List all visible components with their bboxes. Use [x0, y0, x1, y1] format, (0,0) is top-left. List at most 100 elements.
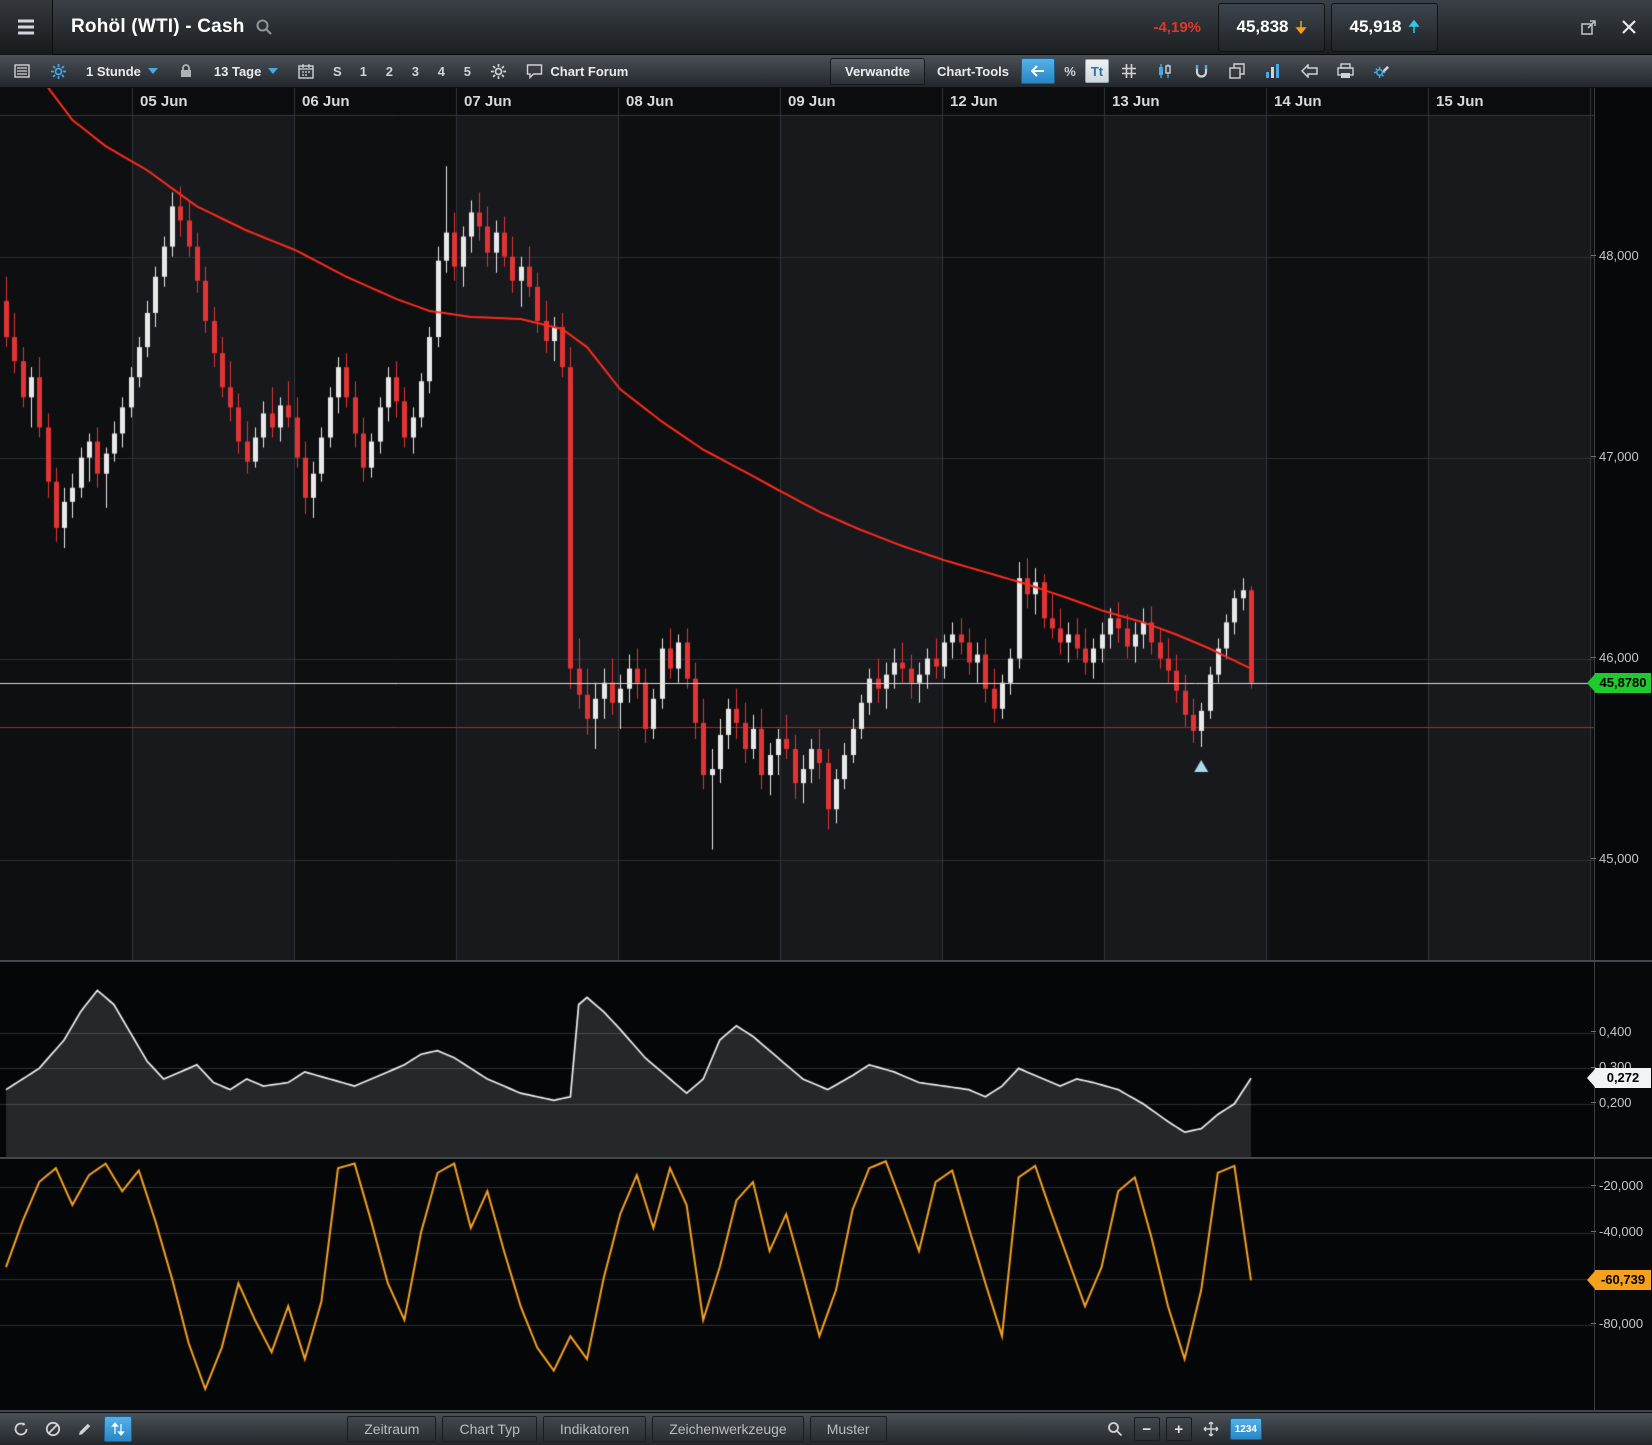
chart-type-button[interactable]	[1149, 59, 1181, 83]
speed-button-2[interactable]: 2	[378, 60, 400, 82]
print-button[interactable]	[1329, 59, 1361, 83]
text-tool-button[interactable]: Tt	[1085, 59, 1109, 83]
axis-tick-label: -40,000	[1599, 1224, 1643, 1239]
zoom-in-button[interactable]: +	[1166, 1417, 1192, 1441]
timeframe-dropdown[interactable]: 1 Stunde	[78, 59, 166, 83]
zeitraum-button[interactable]: Zeitraum	[347, 1416, 436, 1442]
date-label: 05 Jun	[140, 93, 188, 110]
values-button[interactable]: 1234	[1230, 1418, 1262, 1440]
candlestick-icon	[1157, 63, 1173, 79]
low-indicator-value-tag: -60,739	[1595, 1270, 1651, 1290]
main-chart-panel: 05 Jun06 Jun07 Jun08 Jun09 Jun12 Jun13 J…	[0, 88, 1652, 960]
range-dropdown[interactable]: 13 Tage	[206, 59, 286, 83]
indikatoren-button[interactable]: Indikatoren	[543, 1416, 646, 1442]
verwandte-button[interactable]: Verwandte	[830, 58, 925, 85]
chart-forum-button[interactable]: Chart Forum	[518, 59, 636, 83]
arrow-left-icon	[1031, 65, 1045, 77]
date-label: 07 Jun	[464, 93, 512, 110]
mid-indicator-value-tag: 0,272	[1595, 1068, 1651, 1088]
muster-button[interactable]: Muster	[810, 1416, 887, 1442]
grid-icon	[1121, 63, 1137, 79]
disable-drawing-button[interactable]	[40, 1417, 66, 1441]
edit-settings-button[interactable]	[1365, 59, 1397, 83]
date-label: 15 Jun	[1436, 93, 1484, 110]
printer-icon	[1337, 63, 1354, 79]
popout-button[interactable]	[1576, 14, 1602, 40]
magnet-button[interactable]	[1185, 59, 1217, 83]
axis-tick-label: 0,400	[1599, 1024, 1632, 1039]
speed-button-4[interactable]: 4	[430, 60, 452, 82]
gear-icon	[490, 63, 507, 80]
mid-indicator-axis[interactable]: 0,4000,3000,200	[1594, 962, 1652, 1157]
indicator-button[interactable]	[1257, 59, 1289, 83]
chart-settings-button[interactable]	[42, 59, 74, 83]
sort-button[interactable]	[104, 1416, 132, 1442]
topbar: Rohöl (WTI) - Cash -4,19% 45,838 45,918	[0, 0, 1652, 55]
hamburger-icon	[16, 18, 36, 36]
refresh-button[interactable]	[8, 1417, 34, 1441]
hamburger-menu-button[interactable]	[0, 0, 53, 55]
date-label: 14 Jun	[1274, 93, 1322, 110]
axis-tick-label: 48,000	[1599, 248, 1639, 263]
speed-button-s[interactable]: S	[326, 60, 348, 82]
search-icon[interactable]	[255, 18, 273, 36]
axis-tick-label: -20,000	[1599, 1178, 1643, 1193]
speech-bubble-icon	[526, 63, 543, 79]
lock-icon	[179, 63, 193, 79]
speed-button-5[interactable]: 5	[456, 60, 478, 82]
chart-forum-label: Chart Forum	[550, 64, 628, 79]
axis-tick-label: 46,000	[1599, 650, 1639, 665]
zoom-out-button[interactable]: −	[1134, 1417, 1160, 1441]
timeframe-value: 1 Stunde	[86, 64, 141, 79]
undo-button[interactable]	[1293, 59, 1325, 83]
duplicate-chart-button[interactable]	[1221, 59, 1253, 83]
pencil-icon	[77, 1421, 93, 1437]
swap-arrows-icon	[111, 1422, 125, 1436]
mid-indicator-panel: 0,4000,3000,200 0,272	[0, 962, 1652, 1157]
date-label: 06 Jun	[302, 93, 350, 110]
sell-price: 45,838	[1237, 17, 1289, 37]
draw-button[interactable]	[72, 1417, 98, 1441]
gear-icon	[50, 63, 67, 80]
mid-indicator-canvas[interactable]	[0, 962, 1594, 1157]
chart-typ-button[interactable]: Chart Typ	[442, 1416, 536, 1442]
instrument-title: Rohöl (WTI) - Cash	[71, 16, 245, 38]
speed-button-1[interactable]: 1	[352, 60, 374, 82]
calendar-icon	[298, 63, 314, 79]
low-indicator-canvas[interactable]	[0, 1159, 1594, 1412]
buy-price-button[interactable]: 45,918	[1331, 3, 1438, 52]
chevron-down-icon	[268, 68, 278, 74]
low-indicator-panel: -20,000-40,000-60,000-80,000 -60,739	[0, 1159, 1652, 1412]
axis-tick-label: 45,000	[1599, 851, 1639, 866]
lock-button[interactable]	[170, 59, 202, 83]
close-icon	[1621, 19, 1637, 35]
sell-price-button[interactable]: 45,838	[1218, 3, 1325, 52]
quote-panel-button[interactable]	[6, 59, 38, 83]
trading-app-window: Rohöl (WTI) - Cash -4,19% 45,838 45,918	[0, 0, 1652, 1445]
date-label: 08 Jun	[626, 93, 674, 110]
fit-button[interactable]	[1198, 1417, 1224, 1441]
close-button[interactable]	[1616, 14, 1642, 40]
zoom-button[interactable]	[1102, 1417, 1128, 1441]
date-axis: 05 Jun06 Jun07 Jun08 Jun09 Jun12 Jun13 J…	[0, 88, 1594, 116]
main-price-axis[interactable]: 48,00047,00046,00045,000	[1594, 88, 1652, 960]
arrow-left-outline-icon	[1301, 64, 1318, 78]
main-chart-canvas[interactable]	[0, 88, 1594, 960]
list-icon	[14, 63, 30, 79]
grid-toggle-button[interactable]	[1113, 59, 1145, 83]
chevron-down-icon	[148, 68, 158, 74]
arrow-down-icon	[1295, 20, 1307, 34]
chart-toolbar: 1 Stunde 13 Tage S 1 2 3 4 5 Chart Forum…	[0, 55, 1652, 88]
back-button[interactable]	[1021, 58, 1055, 84]
buy-price: 45,918	[1350, 17, 1402, 37]
percent-button[interactable]: %	[1059, 60, 1081, 82]
magnifier-icon	[1107, 1421, 1123, 1437]
prohibition-icon	[45, 1421, 61, 1437]
calendar-button[interactable]	[290, 59, 322, 83]
speed-button-3[interactable]: 3	[404, 60, 426, 82]
range-value: 13 Tage	[214, 64, 261, 79]
settings-button[interactable]	[482, 59, 514, 83]
zeichenwerkzeuge-button[interactable]: Zeichenwerkzeuge	[652, 1416, 804, 1442]
axis-tick-label: -80,000	[1599, 1316, 1643, 1331]
change-percent: -4,19%	[1153, 19, 1201, 36]
